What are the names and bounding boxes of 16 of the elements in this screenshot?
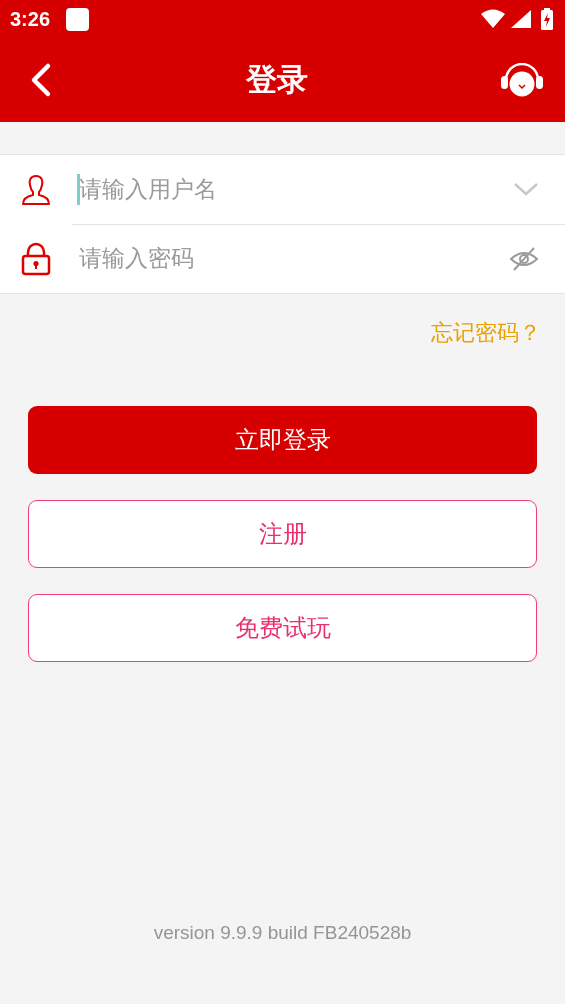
hide-password-icon[interactable]: [509, 245, 539, 272]
version-text: version 9.9.9 build FB240528b: [153, 922, 412, 944]
page-title: 登录: [245, 60, 308, 99]
signal-icon: [511, 10, 531, 28]
user-icon: [21, 173, 51, 206]
notification-icon: [66, 7, 90, 31]
username-field[interactable]: 请输入用户名: [0, 155, 565, 224]
wifi-icon: [481, 9, 505, 29]
status-time: 3:26: [10, 7, 51, 31]
customer-service-button[interactable]: [501, 63, 543, 97]
password-field[interactable]: 请输入密码: [0, 224, 565, 293]
battery-icon: [541, 8, 553, 30]
login-button[interactable]: 立即登录: [28, 406, 537, 474]
secondary-button[interactable]: 免费试玩: [28, 594, 537, 662]
secondary-button[interactable]: 注册: [28, 500, 537, 568]
lock-icon: [21, 241, 51, 276]
